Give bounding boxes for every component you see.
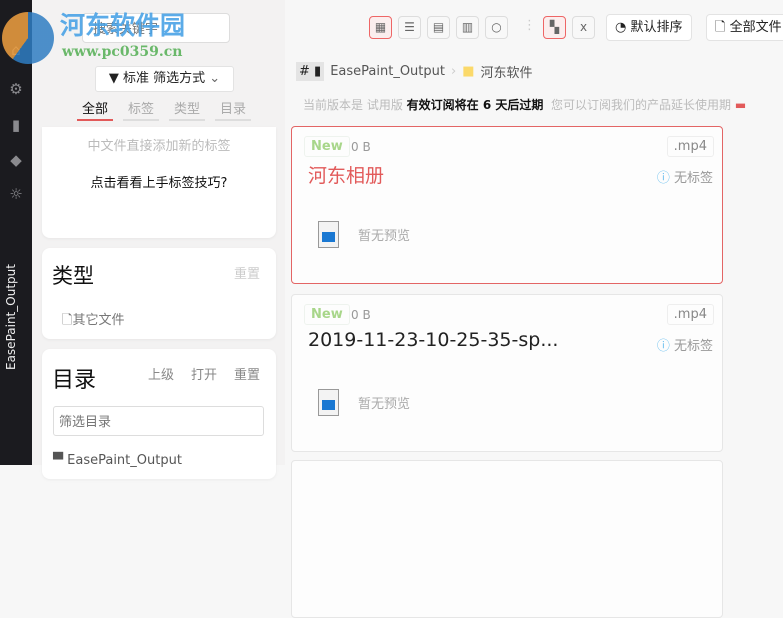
watermark-url: www.pc0359.cn [62, 44, 183, 60]
file-name[interactable]: 2019-11-23-10-25-35-sp... [308, 329, 558, 351]
file-icon: 🗋 [715, 20, 730, 35]
new-badge: New [304, 136, 350, 157]
sort-button[interactable]: ◔ 默认排序 [606, 14, 692, 41]
type-item-label: 其它文件 [72, 313, 125, 328]
dir-card: 目录 上级 打开 重置 ▀ EasePaint_Output [42, 349, 276, 479]
new-badge: New [304, 304, 350, 325]
filter-panel: 🔍 ▼ 标准 筛选方式 ⌄ 全部 标签 类型 目录 中文件直接添加新的标签 点击… [32, 0, 285, 479]
type-title: 类型 [52, 264, 94, 288]
tags-label: 无标签 [673, 339, 713, 354]
trial-notice: 当前版本是 试用版 有效订阅将在 6 天后过期 您可以订阅我们的产品延长使用期 … [303, 96, 746, 113]
sort-icon: ◔ [615, 20, 631, 35]
excel-button[interactable]: x [572, 16, 595, 39]
file-ext: .mp4 [666, 304, 714, 325]
tag-icon[interactable]: ◆ [6, 150, 26, 170]
filter-label: 标准 筛选方式 [122, 71, 206, 86]
breadcrumb-folder[interactable]: 河东软件 [480, 62, 532, 81]
dir-open-button[interactable]: 打开 [191, 364, 217, 383]
sidebar-rail: ⌂ ⚙ ▮ ◆ ☼ EasePaint_Output [0, 0, 32, 465]
tab-dirs[interactable]: 目录 [215, 98, 251, 121]
tab-tags[interactable]: 标签 [123, 98, 159, 121]
file-size: 0 B [351, 140, 371, 154]
tag-tip-link[interactable]: 点击看看上手标签技巧? [42, 172, 276, 191]
video-file-icon [318, 221, 339, 248]
all-files-button[interactable]: 🗋 全部文件 [706, 14, 783, 41]
theme-icon[interactable]: ☼ [6, 184, 26, 204]
video-file-icon [318, 389, 339, 416]
notice-pre: 当前版本是 试用版 [303, 98, 403, 112]
breadcrumb: # ▮ EasePaint_Output › ■ 河东软件 [296, 62, 533, 81]
type-reset-button[interactable]: 重置 [234, 263, 260, 282]
breadcrumb-root[interactable]: EasePaint_Output [330, 64, 445, 79]
grid-view-button[interactable]: ▦ [369, 16, 392, 39]
no-preview-label: 暂无预览 [358, 397, 411, 412]
watermark-logo: 河东软件园 www.pc0359.cn [0, 2, 200, 64]
file-card[interactable]: New 0 B .mp4 2019-11-23-10-25-35-sp... ⓘ… [291, 294, 723, 452]
type-card: 类型 重置 🗋其它文件 [42, 248, 276, 339]
file-size: 0 B [351, 308, 371, 322]
archive-icon: ▀ [53, 453, 68, 468]
detail-view-button[interactable]: ▤ [427, 16, 450, 39]
dir-filter-input[interactable] [53, 406, 264, 436]
tag-hint: 中文件直接添加新的标签 [87, 139, 231, 154]
tags-label: 无标签 [673, 171, 713, 186]
bookmark-icon[interactable]: # ▮ [296, 62, 325, 81]
gear-icon[interactable]: ⚙ [6, 79, 26, 99]
notice-post[interactable]: 您可以订阅我们的产品延长使用期 [551, 98, 731, 112]
info-icon: ⓘ [656, 339, 670, 354]
file-icon: 🗋 [62, 313, 73, 328]
notice-expiry: 有效订阅将在 6 天后过期 [406, 98, 544, 112]
chevron-right-icon: › [450, 64, 457, 79]
masonry-view-button[interactable]: ▥ [456, 16, 479, 39]
all-files-label: 全部文件 [729, 20, 782, 35]
book-icon[interactable]: ▮ [6, 115, 26, 135]
dir-reset-button[interactable]: 重置 [234, 364, 260, 383]
dir-item[interactable]: ▀ EasePaint_Output [53, 453, 182, 468]
list-view-button[interactable]: ☰ [398, 16, 421, 39]
circle-view-button[interactable]: ○ [485, 16, 508, 39]
sort-label: 默认排序 [630, 20, 683, 35]
watermark-title: 河东软件园 [60, 11, 186, 40]
no-preview-label: 暂无预览 [358, 229, 411, 244]
type-item[interactable]: 🗋其它文件 [62, 309, 124, 333]
tab-all[interactable]: 全部 [77, 98, 113, 121]
file-ext: .mp4 [666, 136, 714, 157]
divider-icon: ⋮ [523, 18, 536, 33]
folder-view-button[interactable]: ▚ [543, 16, 566, 39]
file-name[interactable]: 河东相册 [308, 161, 384, 188]
library-label[interactable]: EasePaint_Output [4, 250, 18, 370]
tag-card: 中文件直接添加新的标签 点击看看上手标签技巧? [42, 127, 276, 238]
tab-types[interactable]: 类型 [169, 98, 205, 121]
chevron-down-icon: ⌄ [205, 71, 221, 86]
file-card[interactable]: New 0 B .mp4 河东相册 ⓘ 无标签 暂无预览 [291, 126, 723, 284]
dir-up-button[interactable]: 上级 [148, 364, 174, 383]
dir-item-label: EasePaint_Output [67, 453, 182, 468]
filter-mode-dropdown[interactable]: ▼ 标准 筛选方式 ⌄ [95, 66, 234, 92]
tags-status[interactable]: ⓘ 无标签 [657, 335, 713, 354]
calendar-icon: ▬ [734, 98, 747, 112]
hash-label: # [299, 64, 310, 79]
tags-status[interactable]: ⓘ 无标签 [657, 167, 713, 186]
filter-icon: ▼ [108, 71, 123, 86]
info-icon: ⓘ [656, 171, 670, 186]
dir-title: 目录 [52, 368, 97, 393]
folder-icon: ■ [462, 64, 475, 79]
file-card[interactable] [291, 460, 723, 618]
